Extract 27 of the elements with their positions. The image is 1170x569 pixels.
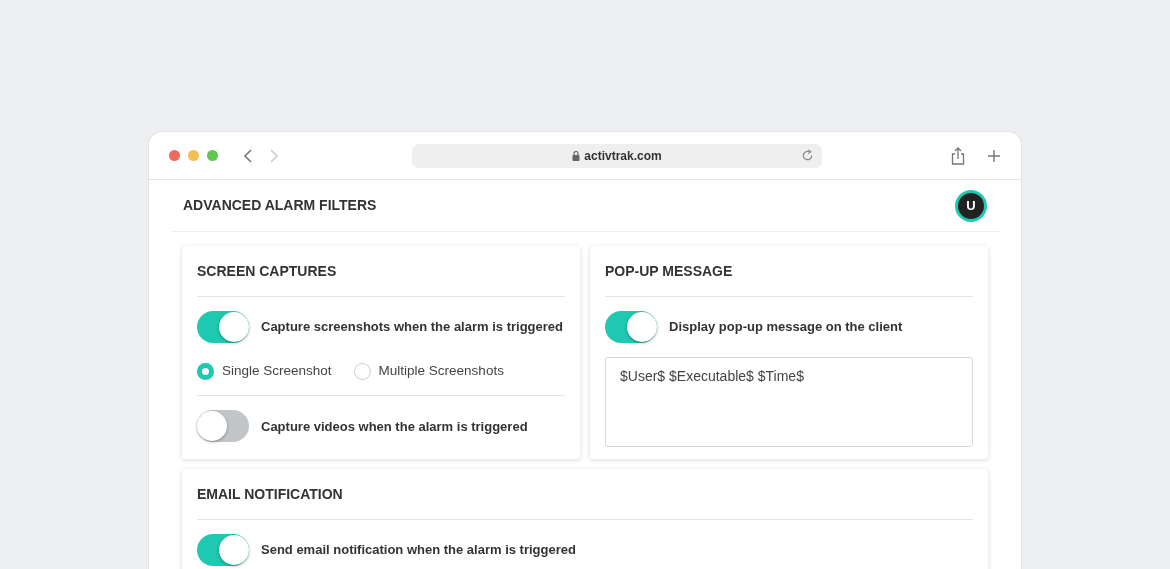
panel-title: SCREEN CAPTURES <box>197 246 565 297</box>
maximize-window-icon[interactable] <box>207 150 218 161</box>
radio-option[interactable]: Single Screenshot <box>197 361 332 382</box>
url-text: activtrak.com <box>584 147 662 165</box>
minimize-window-icon[interactable] <box>188 150 199 161</box>
share-icon[interactable] <box>951 146 965 165</box>
radio-option[interactable]: Multiple Screenshots <box>353 361 504 382</box>
new-tab-icon[interactable] <box>987 148 1001 163</box>
address-bar[interactable]: activtrak.com <box>412 143 822 168</box>
panel-title: EMAIL NOTIFICATION <box>197 469 973 520</box>
toggle-switch[interactable] <box>605 311 657 343</box>
toggle-label: Display pop-up message on the client <box>669 318 903 337</box>
close-window-icon[interactable] <box>169 150 180 161</box>
toggle-label: Send email notification when the alarm is triggered <box>261 541 576 560</box>
toggle-label: Capture screenshots when the alarm is triggered <box>261 318 563 337</box>
page-title: ADVANCED ALARM FILTERS <box>183 196 377 215</box>
toggle-switch[interactable] <box>197 410 249 443</box>
forward-icon[interactable] <box>268 147 280 164</box>
user-avatar[interactable]: U <box>955 189 987 222</box>
reload-icon[interactable] <box>801 148 814 162</box>
panel-title: POP-UP MESSAGE <box>605 246 973 297</box>
message-field[interactable]: $User$ $Executable$ $Time$ <box>605 357 973 447</box>
back-icon[interactable] <box>242 147 254 164</box>
toggle-label: Capture videos when the alarm is triggered <box>261 417 528 436</box>
toggle-switch[interactable] <box>197 534 249 566</box>
toggle-switch[interactable] <box>197 311 249 343</box>
lock-icon <box>572 150 581 161</box>
